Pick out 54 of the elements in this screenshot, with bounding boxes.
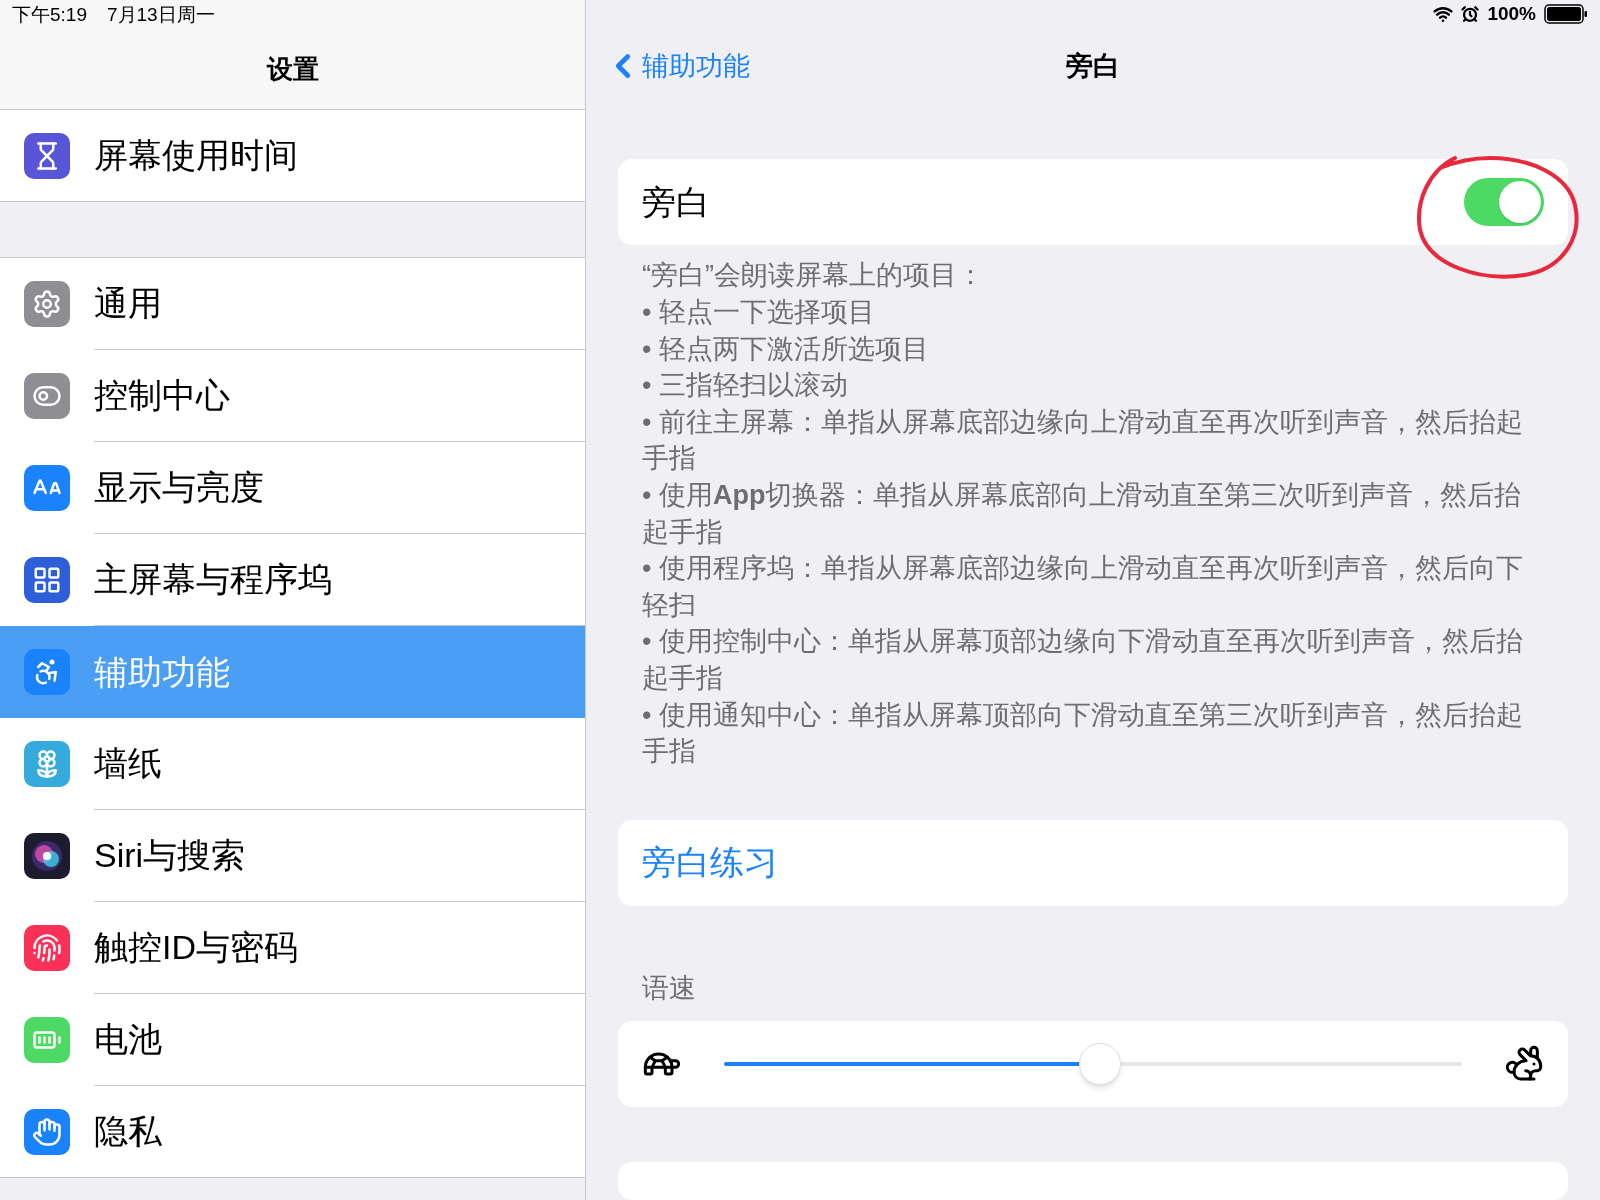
sidebar-item[interactable]: 隐私 (0, 1086, 585, 1178)
siri-icon (24, 833, 70, 879)
description-text: • 使用通知中心：单指从屏幕顶部向下滑动直至第三次听到声音，然后抬起手指 (642, 698, 1524, 769)
sidebar-label: 显示与亮度 (94, 467, 264, 508)
sidebar-label: 屏幕使用时间 (94, 135, 298, 176)
sidebar-title: 设置 (266, 53, 319, 86)
sidebar-item[interactable]: 电池 (0, 994, 585, 1086)
status-time: 下午5:19 (12, 2, 87, 27)
sidebar-item[interactable]: 通用 (0, 258, 585, 350)
fingerprint-icon (24, 925, 70, 971)
voiceover-label: 旁白 (642, 181, 711, 223)
sidebar-item[interactable]: 屏幕使用时间 (0, 110, 585, 202)
wifi-icon (1433, 4, 1454, 25)
flower-icon (24, 741, 70, 787)
sidebar-item[interactable]: 控制中心 (0, 350, 585, 442)
hourglass-icon (24, 132, 70, 179)
description-text: • 前往主屏幕：单指从屏幕底部边缘向上滑动直至再次听到声音，然后抬起手指 (642, 405, 1524, 476)
sidebar-label: 隐私 (94, 1111, 162, 1152)
description-text: • 轻点两下激活所选项目 (642, 332, 930, 366)
sidebar-item[interactable]: 主屏幕与程序坞 (0, 534, 585, 626)
app-grid-icon (24, 557, 70, 603)
sidebar-item[interactable]: Siri与搜索 (0, 810, 585, 902)
sidebar-label: Siri与搜索 (94, 835, 246, 876)
toggle-icon (24, 373, 70, 419)
sidebar-item[interactable]: 显示与亮度 (0, 442, 585, 534)
description-text: • 使用程序坞：单指从屏幕底部边缘向上滑动直至再次听到声音，然后向下轻扫 (642, 552, 1524, 622)
description-text: • 三指轻扫以滚动 (642, 369, 849, 403)
sidebar-item[interactable]: 墙纸 (0, 718, 585, 810)
sidebar-label: 墙纸 (94, 743, 162, 784)
sidebar-label: 主屏幕与程序坞 (94, 559, 332, 600)
text-size-icon (24, 465, 70, 511)
page-title: 旁白 (1066, 49, 1120, 83)
sidebar-label: 通用 (94, 283, 162, 324)
description-text: • 轻点一下选择项目 (642, 295, 876, 329)
sidebar-label: 电池 (94, 1019, 162, 1060)
battery-icon (24, 1017, 70, 1063)
description-text: • 使用控制中心：单指从屏幕顶部边缘向下滑动直至再次听到声音，然后抬起手指 (642, 625, 1524, 695)
description-text: “旁白”会朗读屏幕上的项目： (642, 259, 985, 293)
sidebar-label: 控制中心 (94, 375, 230, 416)
battery-icon (1544, 4, 1588, 25)
hand-icon (24, 1108, 70, 1155)
settings-icon (24, 281, 70, 327)
sidebar-label: 辅助功能 (94, 651, 230, 693)
accessibility-icon (24, 649, 70, 695)
slider-thumb[interactable] (1079, 1043, 1122, 1086)
sidebar-item[interactable]: 触控ID与密码 (0, 902, 585, 994)
alarm-icon (1461, 5, 1480, 24)
rate-label: 语速 (641, 972, 697, 1006)
description-text: • 使用App切换器：单指从屏幕底部向上滑动直至第三次听到声音，然后抬起手指 (642, 478, 1523, 549)
practice-button[interactable]: 旁白练习 (618, 819, 1568, 907)
status-date: 7月13日周一 (107, 2, 215, 27)
battery-percent: 100% (1487, 2, 1536, 26)
voiceover-toggle[interactable] (1464, 178, 1544, 227)
sidebar-label: 触控ID与密码 (94, 927, 298, 968)
